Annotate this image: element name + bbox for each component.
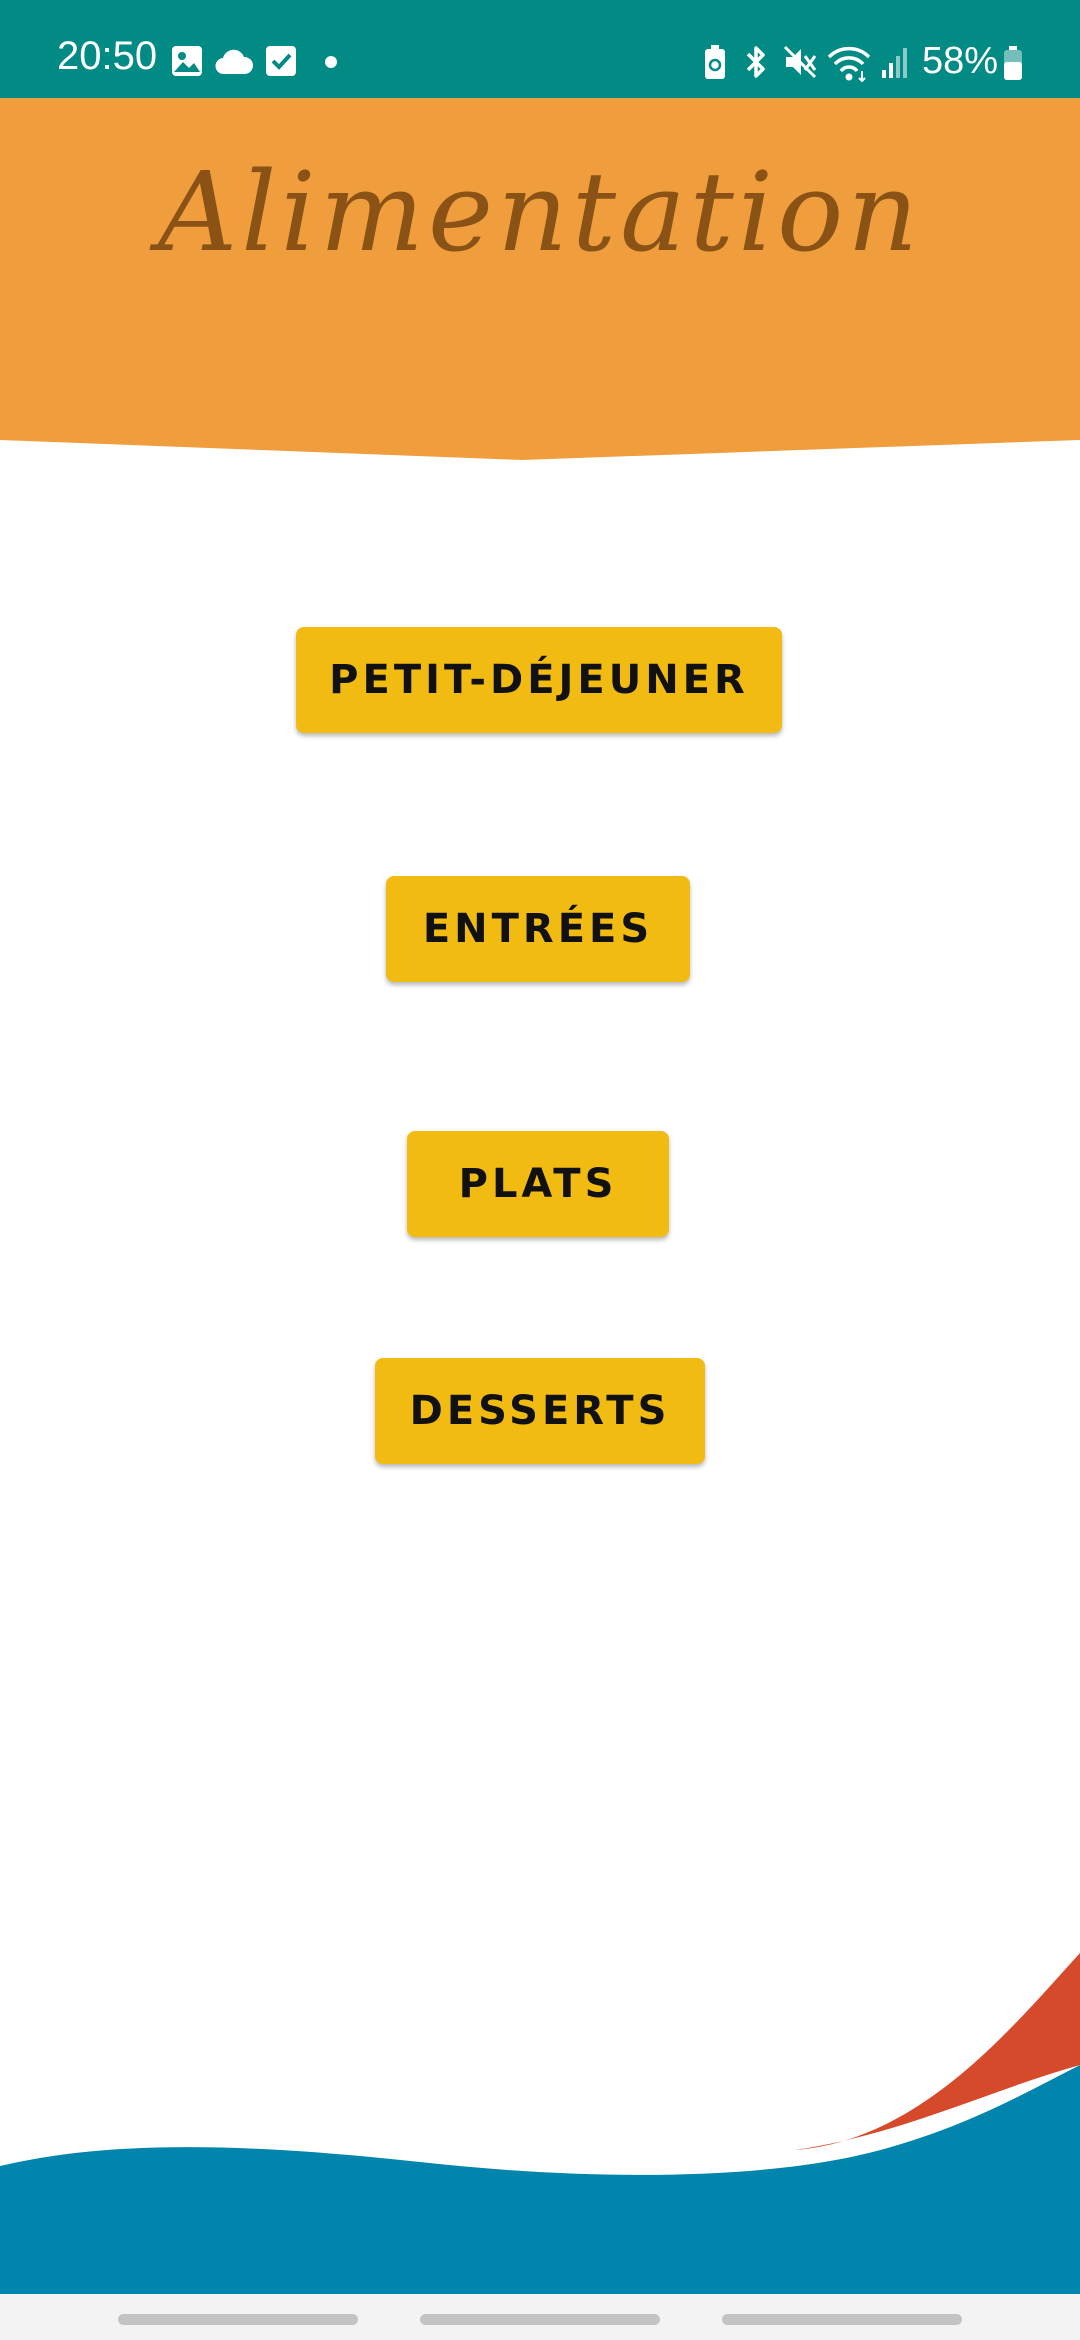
cloud-icon <box>215 49 254 75</box>
status-time: 20:50 <box>57 34 158 78</box>
mains-button[interactable]: PLATS <box>407 1131 669 1237</box>
wifi-icon <box>827 46 871 82</box>
battery-icon <box>1004 46 1022 80</box>
page-title: Alimentation <box>157 148 923 276</box>
bottom-decoration <box>0 1940 1080 2294</box>
navigation-bar <box>0 2294 1080 2340</box>
nav-back-handle[interactable] <box>722 2314 962 2325</box>
status-bar: 20:50 58% <box>0 0 1080 98</box>
battery-saver-icon <box>705 45 725 79</box>
signal-icon <box>882 48 907 78</box>
desserts-button[interactable]: DESSERTS <box>375 1358 705 1464</box>
header-banner: Alimentation <box>0 98 1080 463</box>
blue-wave <box>0 2065 1080 2294</box>
battery-percentage: 58% <box>921 40 998 82</box>
nav-home-handle[interactable] <box>420 2314 660 2325</box>
nav-recents-handle[interactable] <box>118 2314 358 2325</box>
starters-button[interactable]: ENTRÉES <box>386 876 690 982</box>
bluetooth-icon <box>746 46 765 78</box>
dot-icon <box>325 56 337 68</box>
breakfast-button[interactable]: PETIT-DÉJEUNER <box>296 627 782 733</box>
gallery-icon <box>172 46 202 76</box>
mute-icon <box>783 45 817 79</box>
checkbox-icon <box>266 46 296 76</box>
